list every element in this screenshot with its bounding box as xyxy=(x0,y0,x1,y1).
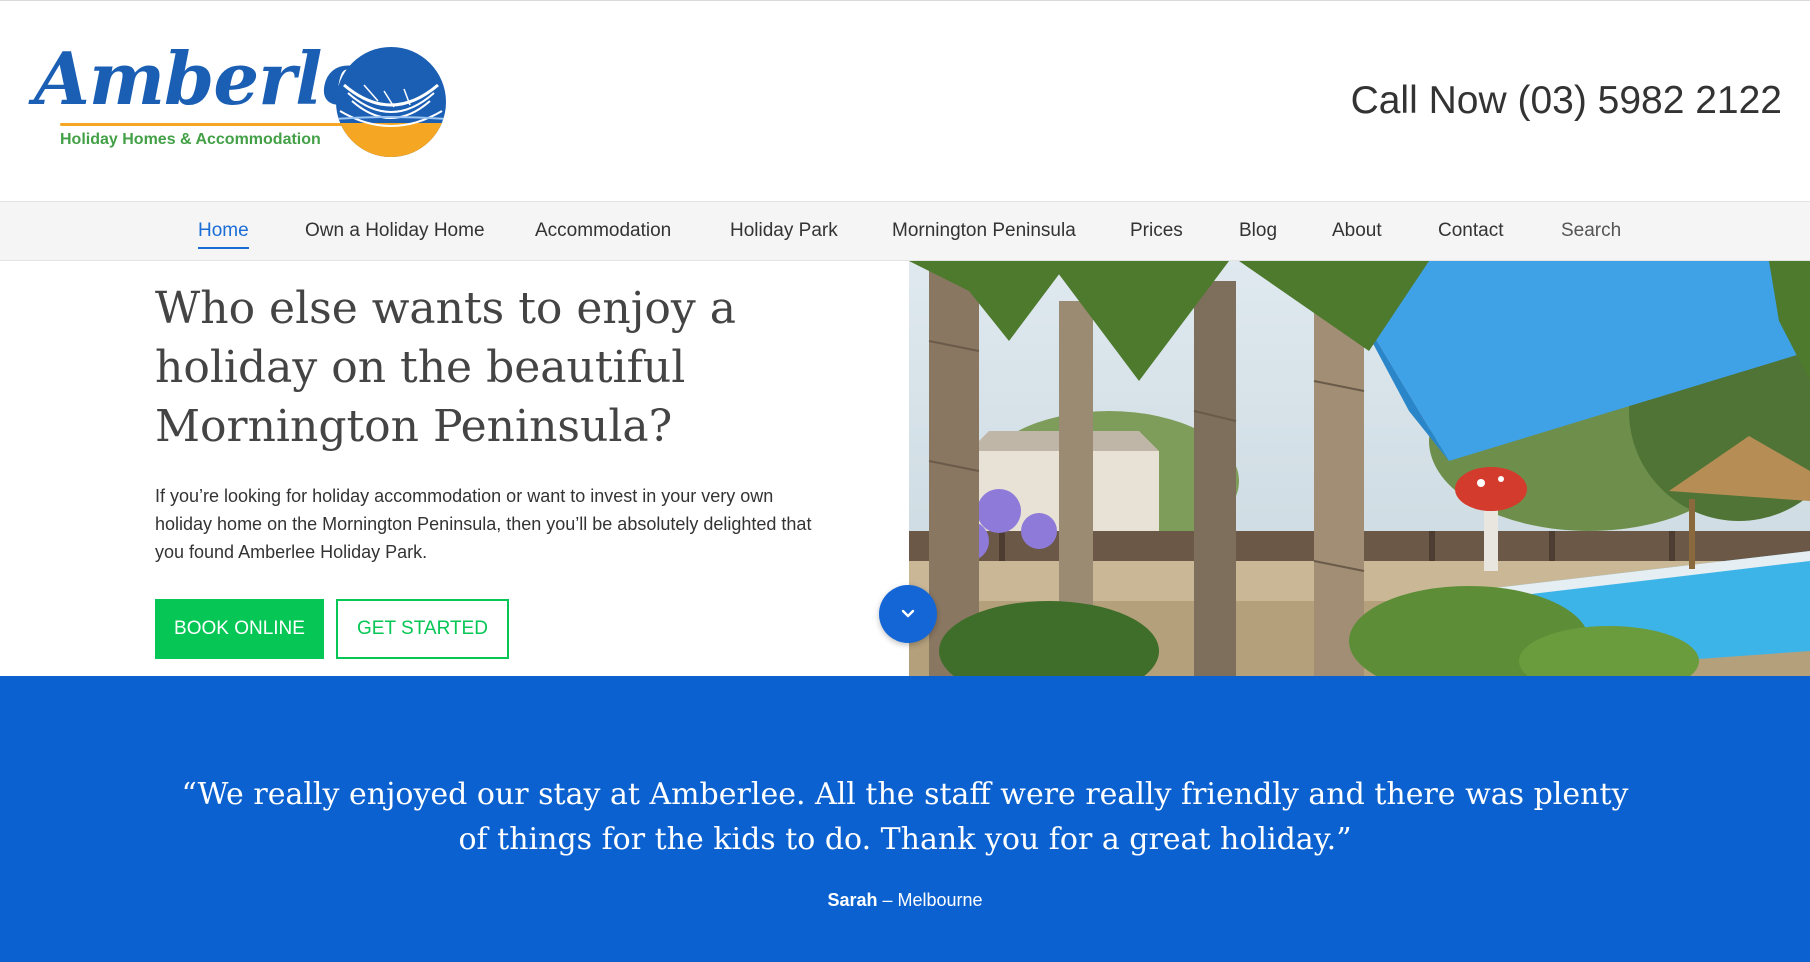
call-now-phone[interactable]: Call Now (03) 5982 2122 xyxy=(1351,79,1782,123)
pool-palms-illustration xyxy=(909,261,1810,676)
nav-search[interactable]: Search xyxy=(1561,202,1621,261)
testimonial-author: Sarah – Melbourne xyxy=(0,890,1810,911)
author-name: Sarah xyxy=(827,890,878,910)
author-separator: – xyxy=(877,890,898,910)
nav-own-holiday-home[interactable]: Own a Holiday Home xyxy=(305,202,485,261)
book-online-button[interactable]: BOOK ONLINE xyxy=(155,599,324,659)
nav-prices[interactable]: Prices xyxy=(1130,202,1183,261)
nav-about[interactable]: About xyxy=(1332,202,1382,261)
nav-holiday-park[interactable]: Holiday Park xyxy=(730,202,838,261)
logo-hammock-icon xyxy=(336,47,446,157)
logo-underline xyxy=(60,123,350,126)
author-place: Melbourne xyxy=(897,890,983,910)
site-logo[interactable]: Amberlee Holiday Homes & Accommodation xyxy=(34,43,454,163)
testimonial-quote: “We really enjoyed our stay at Amberlee.… xyxy=(181,777,1629,857)
get-started-button[interactable]: GET STARTED xyxy=(336,599,509,659)
hero-title: Who else wants to enjoy a holiday on the… xyxy=(155,283,736,452)
main-nav: Home Own a Holiday Home Accommodation Ho… xyxy=(0,201,1810,261)
hero-content: Who else wants to enjoy a holiday on the… xyxy=(0,261,909,676)
nav-contact[interactable]: Contact xyxy=(1438,202,1503,261)
logo-tagline: Holiday Homes & Accommodation xyxy=(60,131,321,148)
nav-mornington-peninsula[interactable]: Mornington Peninsula xyxy=(892,202,1076,261)
testimonial-band: “We really enjoyed our stay at Amberlee.… xyxy=(0,676,1810,962)
nav-blog[interactable]: Blog xyxy=(1239,202,1277,261)
site-header: Amberlee Holiday Homes & Accommodation C… xyxy=(0,1,1810,201)
scroll-down-button[interactable] xyxy=(879,585,937,643)
chevron-down-icon xyxy=(901,609,915,618)
hero-photo-pool-palms xyxy=(909,261,1810,676)
hero-description: If you’re looking for holiday accommodat… xyxy=(155,486,812,562)
nav-home[interactable]: Home xyxy=(198,202,249,261)
nav-accommodation[interactable]: Accommodation xyxy=(535,202,671,261)
